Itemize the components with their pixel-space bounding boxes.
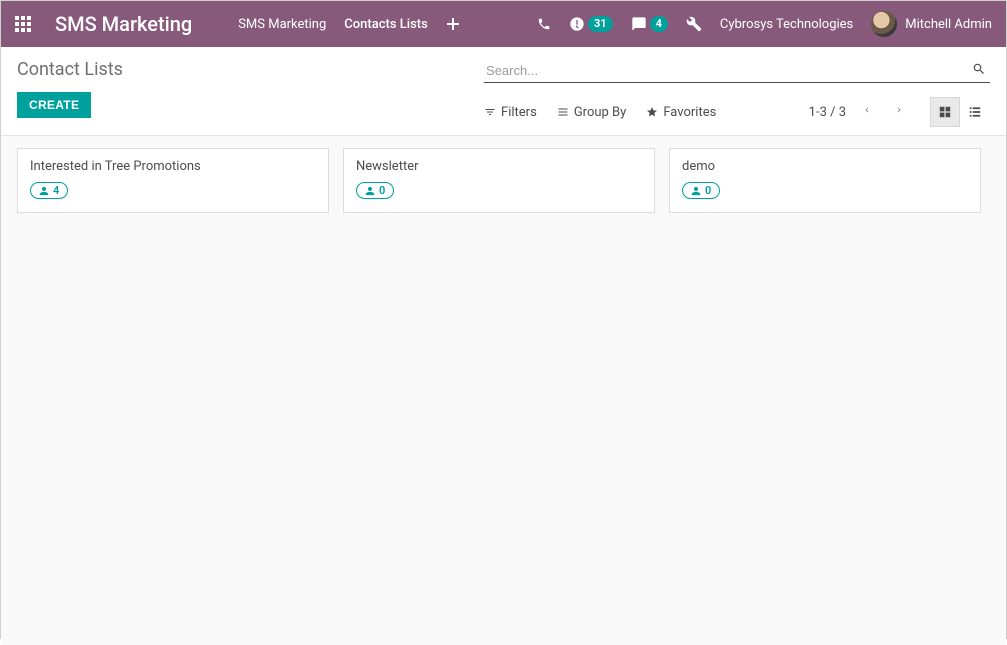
kanban-view-button[interactable]: [930, 97, 960, 127]
groupby-button[interactable]: Group By: [557, 105, 627, 120]
settings-icon[interactable]: [686, 16, 702, 32]
phone-icon[interactable]: [537, 17, 551, 31]
kanban-card[interactable]: demo 0: [669, 148, 981, 213]
filters-button[interactable]: Filters: [484, 105, 537, 120]
user-icon: [365, 186, 375, 196]
kanban-card[interactable]: Interested in Tree Promotions 4: [17, 148, 329, 213]
recipient-count-pill[interactable]: 0: [682, 182, 720, 199]
toolbar: Filters Group By Favorites 1-3 / 3: [484, 97, 990, 127]
control-panel: Contact Lists CREATE Filters Group By Fa…: [1, 47, 1006, 136]
kanban-card-title: Interested in Tree Promotions: [30, 159, 316, 174]
create-button[interactable]: CREATE: [17, 92, 91, 118]
user-icon: [39, 186, 49, 196]
pager: 1-3 / 3: [809, 100, 910, 124]
recipient-count: 0: [705, 184, 711, 197]
chevron-left-icon: [862, 104, 872, 116]
kanban-card-title: Newsletter: [356, 159, 642, 174]
filters-label: Filters: [501, 105, 537, 120]
apps-icon[interactable]: [15, 16, 31, 32]
recipient-count: 4: [53, 184, 59, 197]
list-view-button[interactable]: [960, 97, 990, 127]
star-icon: [646, 106, 658, 118]
top-navbar: SMS Marketing SMS Marketing Contacts Lis…: [1, 1, 1006, 47]
messages-icon[interactable]: 4: [631, 16, 668, 32]
groupby-icon: [557, 106, 569, 118]
search-input[interactable]: [484, 59, 968, 82]
company-name[interactable]: Cybrosys Technologies: [720, 17, 853, 32]
nav-contacts-lists[interactable]: Contacts Lists: [344, 17, 428, 32]
nav-sms-marketing[interactable]: SMS Marketing: [238, 17, 326, 32]
kanban-body: Interested in Tree Promotions 4 Newslett…: [1, 136, 1006, 645]
activities-badge: 31: [588, 16, 613, 32]
favorites-label: Favorites: [663, 105, 716, 120]
list-icon: [968, 105, 982, 119]
kanban-card-title: demo: [682, 159, 968, 174]
kanban-card[interactable]: Newsletter 0: [343, 148, 655, 213]
groupby-label: Group By: [574, 105, 627, 120]
chevron-right-icon: [894, 104, 904, 116]
favorites-button[interactable]: Favorites: [646, 105, 716, 120]
recipient-count-pill[interactable]: 0: [356, 182, 394, 199]
pager-text[interactable]: 1-3 / 3: [809, 105, 846, 120]
search-bar: [484, 59, 990, 83]
plus-icon[interactable]: [446, 17, 460, 31]
view-switch: [930, 97, 990, 127]
recipient-count: 0: [379, 184, 385, 197]
recipient-count-pill[interactable]: 4: [30, 182, 68, 199]
pager-next[interactable]: [888, 100, 910, 124]
app-brand[interactable]: SMS Marketing: [55, 12, 192, 36]
user-name: Mitchell Admin: [905, 17, 992, 32]
pager-prev[interactable]: [856, 100, 878, 124]
messages-badge: 4: [650, 16, 668, 32]
activities-icon[interactable]: 31: [569, 16, 613, 32]
breadcrumb: Contact Lists: [17, 59, 484, 80]
kanban-icon: [938, 105, 952, 119]
avatar: [871, 11, 897, 37]
search-icon[interactable]: [968, 60, 990, 82]
filter-icon: [484, 106, 496, 118]
user-icon: [691, 186, 701, 196]
user-menu[interactable]: Mitchell Admin: [871, 11, 992, 37]
